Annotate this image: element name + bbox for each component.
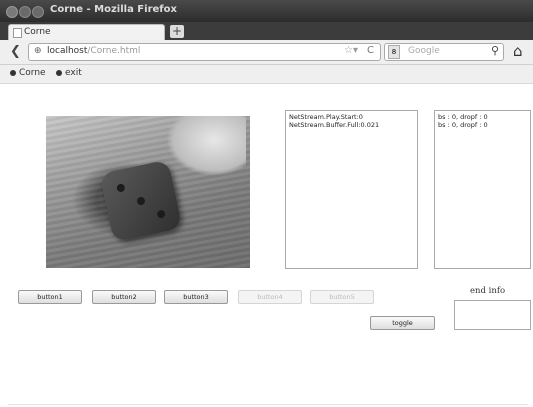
- end-info-field[interactable]: [454, 300, 531, 330]
- tab-corne[interactable]: Corne: [8, 24, 165, 41]
- bookmark-icon: [10, 69, 16, 76]
- search-icon[interactable]: ⚲: [491, 44, 499, 57]
- new-tab-button[interactable]: +: [170, 25, 184, 38]
- page-content: NetStream.Play.Start:0 NetStream.Buffer.…: [0, 84, 533, 407]
- bookmark-label: exit: [65, 68, 82, 78]
- log-line: NetStream.Buffer.Full:0.021: [289, 120, 380, 129]
- search-bar[interactable]: 8 Google ⚲: [384, 43, 504, 61]
- reload-icon[interactable]: C: [367, 45, 374, 56]
- die-pip: [136, 196, 146, 206]
- window-title: Corne - Mozilla Firefox: [50, 4, 177, 15]
- video-player[interactable]: [46, 116, 250, 268]
- url-bar[interactable]: ⊕ localhost/Corne.html ☆▾ C: [28, 43, 381, 61]
- stats-log-box[interactable]: bs : 0, dropf : 0 bs : 0, dropf : 0: [434, 110, 531, 269]
- browser-window: Corne - Mozilla Firefox Corne + ❮ ⊕ loca…: [0, 0, 533, 407]
- button2[interactable]: button2: [92, 290, 156, 304]
- stats-line: bs : 0, dropf : 0: [438, 120, 488, 129]
- die-pip: [156, 209, 166, 219]
- toggle-button[interactable]: toggle: [370, 316, 435, 330]
- globe-icon: ⊕: [34, 46, 42, 56]
- button5[interactable]: button5: [310, 290, 374, 304]
- navigation-bar: ❮ ⊕ localhost/Corne.html ☆▾ C 8 Google ⚲…: [0, 40, 533, 65]
- button1[interactable]: button1: [18, 290, 82, 304]
- bookmark-label: Corne: [19, 68, 46, 78]
- home-icon[interactable]: ⌂: [513, 42, 523, 60]
- url-host: localhost: [47, 46, 88, 56]
- button4[interactable]: button4: [238, 290, 302, 304]
- window-maximize-button[interactable]: [32, 6, 44, 18]
- tab-label: Corne: [24, 27, 51, 37]
- bookmark-star-icon[interactable]: ☆▾: [344, 45, 358, 56]
- url-text: localhost/Corne.html: [47, 46, 140, 56]
- window-close-button[interactable]: [6, 6, 18, 18]
- title-bar: Corne - Mozilla Firefox: [0, 0, 533, 22]
- url-path: /Corne.html: [87, 46, 141, 56]
- video-hand-shape: [166, 116, 246, 176]
- die-pip: [116, 183, 126, 193]
- bookmark-icon: [56, 69, 62, 76]
- window-minimize-button[interactable]: [19, 6, 31, 18]
- search-engine-icon[interactable]: 8: [388, 45, 400, 59]
- tab-strip: Corne +: [0, 22, 533, 41]
- search-placeholder: Google: [408, 46, 440, 56]
- video-die-shape: [99, 159, 183, 243]
- page-icon: [13, 28, 22, 38]
- bookmark-corne[interactable]: Corne: [10, 68, 46, 78]
- bookmark-exit[interactable]: exit: [56, 68, 82, 78]
- button3[interactable]: button3: [164, 290, 228, 304]
- end-info-label: end info: [470, 286, 506, 296]
- back-button[interactable]: ❮: [10, 44, 21, 59]
- divider: [8, 404, 528, 405]
- bookmarks-bar: Corne exit: [0, 65, 533, 84]
- stream-log-box[interactable]: NetStream.Play.Start:0 NetStream.Buffer.…: [285, 110, 418, 269]
